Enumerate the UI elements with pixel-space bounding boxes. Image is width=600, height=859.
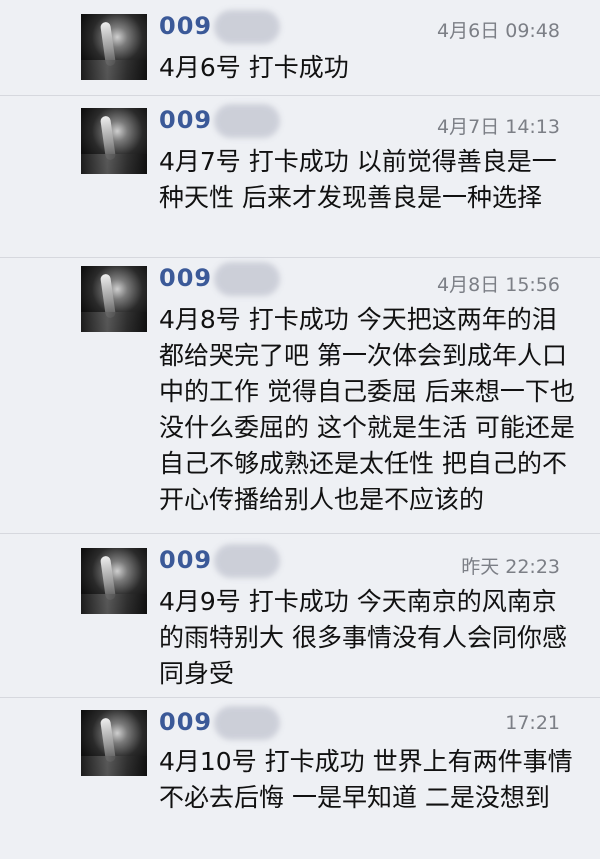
message-list: 009 4月6日 09:48 4月6号 打卡成功 009 4月7日 14:13 …	[0, 0, 600, 859]
redacted-name	[214, 262, 280, 296]
message-time: 4月7日 14:13	[437, 116, 560, 138]
message-text: 4月9号 打卡成功 今天南京的风南京的雨特别大 很多事情没有人会同你感同身受	[159, 587, 567, 688]
avatar[interactable]	[81, 14, 147, 80]
message-time: 17:21	[505, 712, 560, 734]
avatar[interactable]	[81, 108, 147, 174]
sender-name: 009	[159, 12, 213, 40]
message-time: 4月8日 15:56	[437, 274, 560, 296]
message-text: 4月7号 打卡成功 以前觉得善良是一种天性 后来才发现善良是一种选择	[159, 147, 557, 212]
avatar[interactable]	[81, 548, 147, 614]
redacted-name	[214, 10, 280, 44]
message-time: 4月6日 09:48	[437, 20, 560, 42]
list-item[interactable]: 009 4月8日 15:56 4月8号 打卡成功 今天把这两年的泪都给哭完了吧 …	[0, 258, 600, 534]
message-text: 4月8号 打卡成功 今天把这两年的泪都给哭完了吧 第一次体会到成年人口中的工作 …	[159, 305, 575, 514]
redacted-name	[214, 544, 280, 578]
message-text: 4月6号 打卡成功	[159, 53, 349, 82]
list-item[interactable]: 009 4月6日 09:48 4月6号 打卡成功	[0, 0, 600, 96]
sender-name: 009	[159, 106, 213, 134]
list-item[interactable]: 009 17:21 4月10号 打卡成功 世界上有两件事情不必去后悔 一是早知道…	[0, 698, 600, 859]
sender-name: 009	[159, 546, 213, 574]
list-item[interactable]: 009 昨天 22:23 4月9号 打卡成功 今天南京的风南京的雨特别大 很多事…	[0, 534, 600, 698]
avatar[interactable]	[81, 710, 147, 776]
avatar[interactable]	[81, 266, 147, 332]
redacted-name	[214, 706, 280, 740]
sender-name: 009	[159, 708, 213, 736]
message-text: 4月10号 打卡成功 世界上有两件事情不必去后悔 一是早知道 二是没想到	[159, 747, 573, 812]
redacted-name	[214, 104, 280, 138]
list-item[interactable]: 009 4月7日 14:13 4月7号 打卡成功 以前觉得善良是一种天性 后来才…	[0, 96, 600, 258]
sender-name: 009	[159, 264, 213, 292]
message-time: 昨天 22:23	[461, 556, 560, 578]
